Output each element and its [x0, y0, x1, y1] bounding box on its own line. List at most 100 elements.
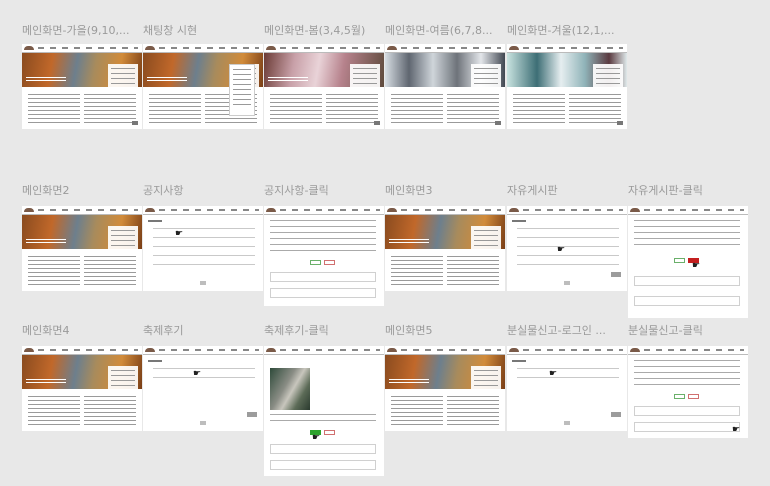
frame-preview[interactable]: ☛	[628, 206, 748, 318]
nav-menu	[644, 349, 744, 351]
frame-main-summer[interactable]: 메인화면-여름(6,7,8...	[385, 24, 505, 129]
frame-preview[interactable]: ☛	[264, 346, 384, 476]
nav-menu	[280, 47, 380, 49]
nav-menu	[401, 349, 501, 351]
frame-chat-demo[interactable]: 채팅창 시현	[143, 24, 263, 129]
logo	[387, 46, 397, 50]
logo	[509, 46, 519, 50]
nav-menu	[401, 209, 501, 211]
frame-free-board-detail[interactable]: 자유게시판-클릭 ☛	[628, 184, 748, 318]
chat-button	[495, 121, 501, 125]
hand-pointer-icon: ☛	[175, 229, 184, 239]
frame-preview[interactable]	[143, 44, 263, 129]
frame-title: 메인화면-여름(6,7,8...	[385, 24, 493, 37]
frame-preview[interactable]: ☛	[143, 206, 263, 291]
frame-preview[interactable]	[264, 44, 384, 129]
nav-menu	[280, 209, 380, 211]
pagination	[200, 421, 206, 425]
frame-preview[interactable]	[385, 206, 505, 291]
nav-menu	[159, 349, 259, 351]
board-preview-lists	[391, 91, 499, 125]
hand-pointer-icon: ☛	[732, 425, 741, 435]
logo	[387, 208, 397, 212]
frame-title: 분실물신고-로그인 ...	[507, 324, 606, 337]
login-panel	[350, 64, 380, 92]
frame-title: 메인화면3	[385, 184, 433, 197]
hand-pointer-icon: ☛	[193, 369, 202, 379]
frame-title: 분실물신고-클릭	[628, 324, 703, 337]
board-preview-lists	[391, 253, 499, 287]
board-preview-lists	[270, 91, 378, 125]
frame-main-spring[interactable]: 메인화면-봄(3,4,5월)	[264, 24, 384, 129]
frame-main-winter[interactable]: 메인화면-겨울(12,1,...	[507, 24, 627, 129]
frame-title: 채팅창 시현	[143, 24, 198, 37]
board-title	[148, 220, 162, 222]
frame-preview[interactable]: ☛	[143, 346, 263, 431]
hand-pointer-icon: ☛	[557, 245, 566, 255]
frame-lost-found-detail[interactable]: 분실물신고-클릭 ☛	[628, 324, 748, 438]
board-table	[153, 368, 255, 380]
login-panel	[108, 64, 138, 92]
frame-festival-review[interactable]: 축제후기 ☛	[143, 324, 263, 431]
logo	[24, 208, 34, 212]
write-button	[611, 412, 621, 417]
post-body	[270, 414, 376, 426]
login-panel	[108, 366, 138, 394]
frame-preview[interactable]	[385, 346, 505, 431]
hero-image	[264, 53, 384, 92]
frame-notice-detail[interactable]: 공지사항-클릭	[264, 184, 384, 306]
nav-menu	[523, 47, 623, 49]
frame-preview[interactable]: ☛	[507, 206, 627, 291]
hand-pointer-icon: ☛	[549, 369, 558, 379]
post-body	[270, 220, 376, 254]
nav-menu	[523, 209, 623, 211]
frame-main-autumn[interactable]: 메인화면-가을(9,10,...	[22, 24, 142, 129]
frame-title: 메인화면-봄(3,4,5월)	[264, 24, 366, 37]
frame-main-3[interactable]: 메인화면3	[385, 184, 505, 291]
hand-pointer-icon: ☛	[692, 261, 701, 271]
board-title	[148, 360, 162, 362]
board-preview-lists	[513, 91, 621, 125]
frame-preview[interactable]	[22, 44, 142, 129]
nav-menu	[159, 209, 259, 211]
frame-preview[interactable]	[22, 346, 142, 431]
frame-main-4[interactable]: 메인화면4	[22, 324, 142, 431]
frame-title: 자유게시판-클릭	[628, 184, 703, 197]
pagination	[200, 281, 206, 285]
chat-button	[374, 121, 380, 125]
frame-title: 메인화면5	[385, 324, 433, 337]
frame-preview[interactable]	[385, 44, 505, 129]
hero-image	[385, 215, 505, 254]
frame-title: 공지사항	[143, 184, 184, 197]
logo	[266, 46, 276, 50]
frame-preview[interactable]	[507, 44, 627, 129]
board-preview-lists	[28, 91, 136, 125]
write-button	[611, 272, 621, 277]
logo	[266, 208, 276, 212]
dislike-button	[688, 394, 699, 399]
comment-area	[270, 272, 376, 282]
frame-preview[interactable]: ☛	[507, 346, 627, 431]
frame-notice[interactable]: 공지사항 ☛	[143, 184, 263, 291]
chat-popup	[229, 64, 255, 116]
nav-menu	[159, 47, 259, 49]
frame-preview[interactable]	[264, 206, 384, 306]
frame-main-2[interactable]: 메인화면2	[22, 184, 142, 291]
frame-title: 자유게시판	[507, 184, 558, 197]
frame-preview[interactable]	[22, 206, 142, 291]
like-button	[310, 260, 321, 265]
frame-main-5[interactable]: 메인화면5	[385, 324, 505, 431]
frame-festival-review-detail[interactable]: 축제후기-클릭 ☛	[264, 324, 384, 476]
frame-free-board[interactable]: 자유게시판 ☛	[507, 184, 627, 291]
comment-input	[270, 288, 376, 298]
login-panel	[471, 366, 501, 394]
nav-menu	[523, 349, 623, 351]
frame-preview[interactable]: ☛	[628, 346, 748, 438]
board-title	[512, 220, 526, 222]
pagination	[564, 281, 570, 285]
frame-lost-found-login[interactable]: 분실물신고-로그인 ... ☛	[507, 324, 627, 431]
logo	[630, 348, 640, 352]
comment-area	[634, 276, 740, 286]
nav-menu	[401, 47, 501, 49]
frame-title: 축제후기-클릭	[264, 324, 329, 337]
